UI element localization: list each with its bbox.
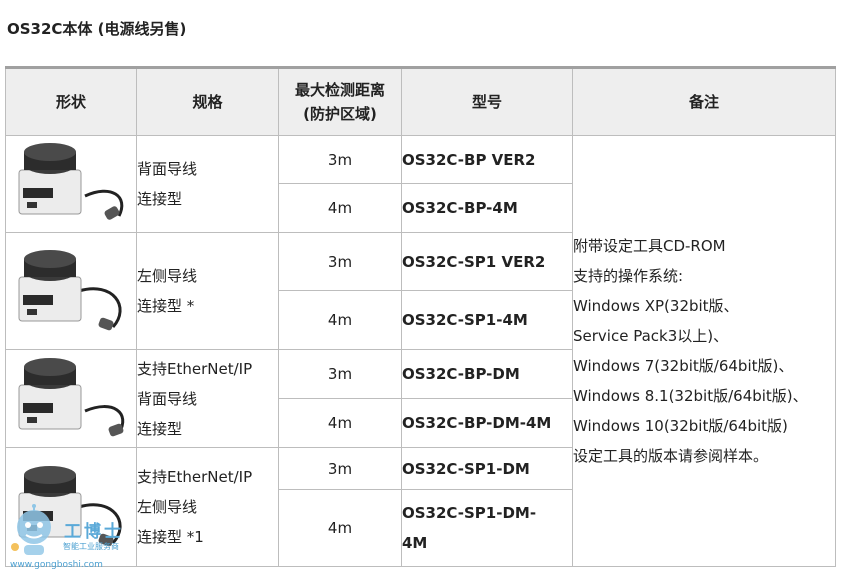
note-line: 支持的操作系统: [573,267,684,285]
product-image [18,143,124,220]
header-shape: 形状 [5,67,137,136]
spec-line: 连接型 *1 [137,528,204,546]
product-spec-table: 形状 规格 最大检测距离 (防护区域) 型号 备注 背面导线 连接型 3m OS… [5,66,836,567]
model-cell: OS32C-SP1 VER2 [401,232,573,291]
model-cell: OS32C-SP1-4M [401,290,573,350]
model-cell: OS32C-BP-4M [401,183,573,233]
model-cell: OS32C-SP1-DM- 4M [401,489,573,567]
page-title: OS32C本体 (电源线另售) [7,20,187,38]
model-line: 4M [402,534,428,552]
range-cell: 4m [278,398,402,448]
spec-line: 左侧导线 [137,498,198,516]
header-range: 最大检测距离 (防护区域) [278,67,402,136]
range-cell: 4m [278,183,402,233]
product-image-cell [5,135,137,233]
model-cell: OS32C-BP VER2 [401,135,573,184]
watermark-tagline: 智能工业服务商 [63,542,119,551]
spec-line: 左侧导线 [137,267,198,285]
note-line: Windows 10(32bit版/64bit版) [573,417,788,435]
spec-cell: 支持EtherNet/IP 背面导线 连接型 [136,349,279,448]
spec-line: 支持EtherNet/IP [137,359,253,378]
note-cell: 附带设定工具CD-ROM 支持的操作系统: Windows XP(32bit版、… [572,135,836,567]
spec-cell: 左侧导线 连接型 * [136,232,279,350]
range-cell: 3m [278,349,402,399]
product-image [18,250,122,331]
model-cell: OS32C-SP1-DM [401,447,573,490]
header-range-line2: (防护区域) [303,105,377,123]
range-cell: 3m [278,447,402,490]
header-model: 型号 [401,67,573,136]
note-line: Service Pack3以上)、 [573,327,729,345]
range-cell: 3m [278,135,402,184]
note-line: 附带设定工具CD-ROM [573,237,726,255]
spec-cell: 支持EtherNet/IP 左侧导线 连接型 *1 [136,447,279,567]
range-cell: 3m [278,232,402,291]
header-range-line1: 最大检测距离 [294,81,385,99]
note-line: Windows 7(32bit版/64bit版)、 [573,357,794,375]
spec-line: 连接型 * [137,297,195,315]
product-image-cell [5,232,137,350]
watermark: 工博士 智能工业服务商 www.gongboshi.com [8,503,148,573]
header-spec: 规格 [136,67,279,136]
model-cell: OS32C-BP-DM-4M [401,398,573,448]
note-line: Windows 8.1(32bit版/64bit版)、 [573,387,808,405]
model-cell: OS32C-BP-DM [401,349,573,399]
spec-line: 连接型 [137,190,183,208]
product-image-cell [5,349,137,448]
range-cell: 4m [278,290,402,350]
spec-line: 支持EtherNet/IP [137,468,253,486]
note-line: 设定工具的版本请参阅样本。 [573,447,769,465]
table-header-row: 形状 规格 最大检测距离 (防护区域) 型号 备注 [5,67,836,136]
robot-mascot-icon [11,504,51,555]
table-row: 背面导线 连接型 3m OS32C-BP VER2 附带设定工具CD-ROM 支… [5,135,836,567]
range-cell: 4m [278,489,402,567]
spec-line: 连接型 [137,419,183,438]
note-line: Windows XP(32bit版、 [573,297,739,315]
spec-cell: 背面导线 连接型 [136,135,279,233]
product-image [18,357,125,436]
model-line: OS32C-SP1-DM- [402,504,537,522]
header-note: 备注 [572,67,836,136]
watermark-brand: 工博士 [64,522,124,542]
watermark-url: www.gongboshi.com [10,560,103,570]
spec-line: 背面导线 [137,389,198,408]
spec-line: 背面导线 [137,160,198,178]
